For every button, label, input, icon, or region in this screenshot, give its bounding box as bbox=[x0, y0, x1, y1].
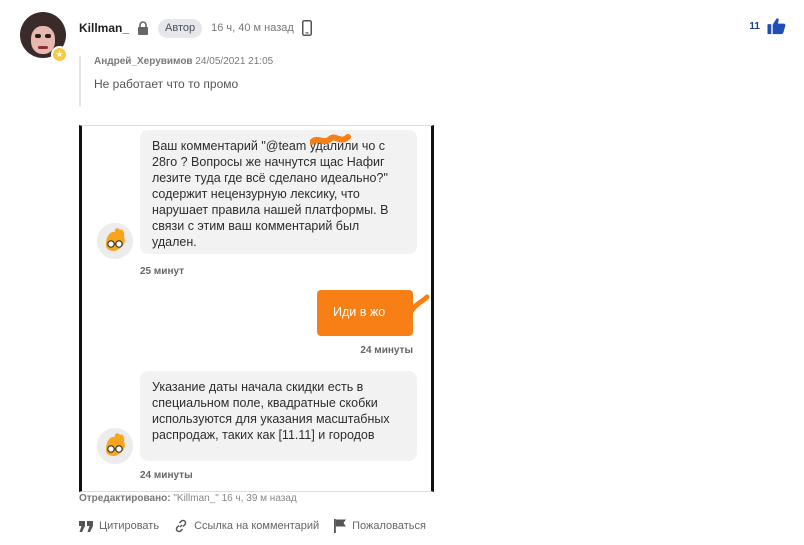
comment-actions: Цитировать Ссылка на комментарий Пожалов… bbox=[79, 519, 441, 533]
report-button[interactable]: Пожаловаться bbox=[334, 519, 426, 533]
username[interactable]: Killman_ bbox=[79, 21, 129, 35]
level-badge-icon: ★ bbox=[51, 46, 68, 63]
bot-avatar bbox=[97, 428, 133, 464]
quote-text: Не работает что то промо bbox=[94, 77, 239, 91]
chat-message-incoming: Указание даты начала скидки есть в специ… bbox=[140, 371, 417, 461]
message-time: 24 минуты bbox=[360, 345, 413, 356]
quote-label: Цитировать bbox=[99, 520, 160, 532]
edited-value: "Killman_" 16 ч, 39 м назад bbox=[173, 493, 297, 504]
quote-icon bbox=[79, 520, 93, 532]
redaction-scribble bbox=[310, 134, 351, 145]
flag-icon bbox=[334, 519, 347, 533]
redaction-scribble bbox=[395, 294, 430, 327]
chat-message-incoming: Ваш комментарий "@team удалили чо с 28го… bbox=[140, 130, 417, 254]
quote-header: Андрей_Херувимов 24/05/2021 21:05 bbox=[94, 56, 273, 67]
thumbs-up-icon[interactable] bbox=[767, 17, 786, 35]
quote-date: 24/05/2021 21:05 bbox=[195, 56, 274, 67]
author-badge: Автор bbox=[158, 18, 203, 38]
comment-header: Killman_ Автор 16 ч, 40 м назад bbox=[79, 17, 312, 39]
edited-note: Отредактировано: "Killman_" 16 ч, 39 м н… bbox=[79, 493, 297, 504]
link-icon bbox=[175, 519, 187, 533]
report-label: Пожаловаться bbox=[352, 520, 426, 532]
avatar-mouth bbox=[38, 46, 48, 49]
quoted-comment: Андрей_Херувимов 24/05/2021 21:05 Не раб… bbox=[79, 56, 273, 106]
comment-time: 16 ч, 40 м назад bbox=[211, 22, 294, 34]
quote-author[interactable]: Андрей_Херувимов bbox=[94, 56, 193, 67]
mobile-device-icon bbox=[301, 20, 312, 36]
copy-link-button[interactable]: Ссылка на комментарий bbox=[174, 519, 319, 533]
message-time: 25 минут bbox=[140, 266, 185, 277]
message-time: 24 минуты bbox=[140, 470, 193, 481]
avatar-eye-right bbox=[45, 34, 51, 38]
link-label: Ссылка на комментарий bbox=[194, 520, 320, 532]
attached-screenshot[interactable]: Ваш комментарий "@team удалили чо с 28го… bbox=[79, 125, 434, 492]
lock-icon bbox=[138, 21, 149, 35]
like-control[interactable]: 11 bbox=[749, 17, 786, 35]
like-count: 11 bbox=[749, 20, 760, 32]
avatar-eye-left bbox=[35, 34, 41, 38]
edited-label: Отредактировано: bbox=[79, 493, 171, 504]
bot-avatar bbox=[97, 223, 133, 259]
quote-button[interactable]: Цитировать bbox=[79, 520, 159, 532]
